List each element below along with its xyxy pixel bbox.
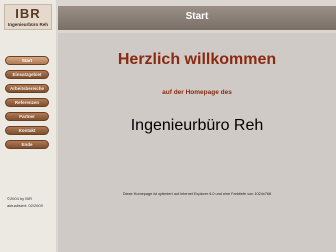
main-content: Herzlich willkommen auf der Homepage des… xyxy=(58,33,336,252)
nav-item-ende[interactable]: Ende xyxy=(5,140,49,149)
page-title: Start xyxy=(185,11,209,22)
page: IBR Ingenieurbüro Reh Start Einsatzgebie… xyxy=(0,0,336,252)
nav-item-kontakt[interactable]: Kontakt xyxy=(5,126,49,135)
nav-item-start[interactable]: Start xyxy=(5,56,49,65)
logo-subtitle: Ingenieurbüro Reh xyxy=(7,22,48,27)
logo-text: IBR xyxy=(15,6,41,21)
header-bar: Start xyxy=(58,6,336,30)
browser-note: Diese Homepage ist optimiert auf Interne… xyxy=(122,192,272,196)
nav-item-referenzen[interactable]: Referenzen xyxy=(5,98,49,107)
last-updated-text: aktualisiert: 02/2009 xyxy=(7,203,43,208)
tagline-text: auf der Homepage des xyxy=(162,89,232,96)
nav-item-einsatzgebiet[interactable]: Einsatzgebiet xyxy=(5,70,49,79)
sidebar-nav: Start Einsatzgebiet Arbeitsbereiche Refe… xyxy=(5,56,51,154)
copyright-text: ©2004 by IBR xyxy=(7,196,32,201)
logo[interactable]: IBR Ingenieurbüro Reh xyxy=(4,4,52,30)
nav-item-partner[interactable]: Partner xyxy=(5,112,49,121)
company-name: Ingenieurbüro Reh xyxy=(130,117,264,134)
nav-item-arbeitsbereiche[interactable]: Arbeitsbereiche xyxy=(5,84,49,93)
welcome-heading: Herzlich willkommen xyxy=(117,51,277,68)
sidebar: IBR Ingenieurbüro Reh Start Einsatzgebie… xyxy=(0,0,56,252)
